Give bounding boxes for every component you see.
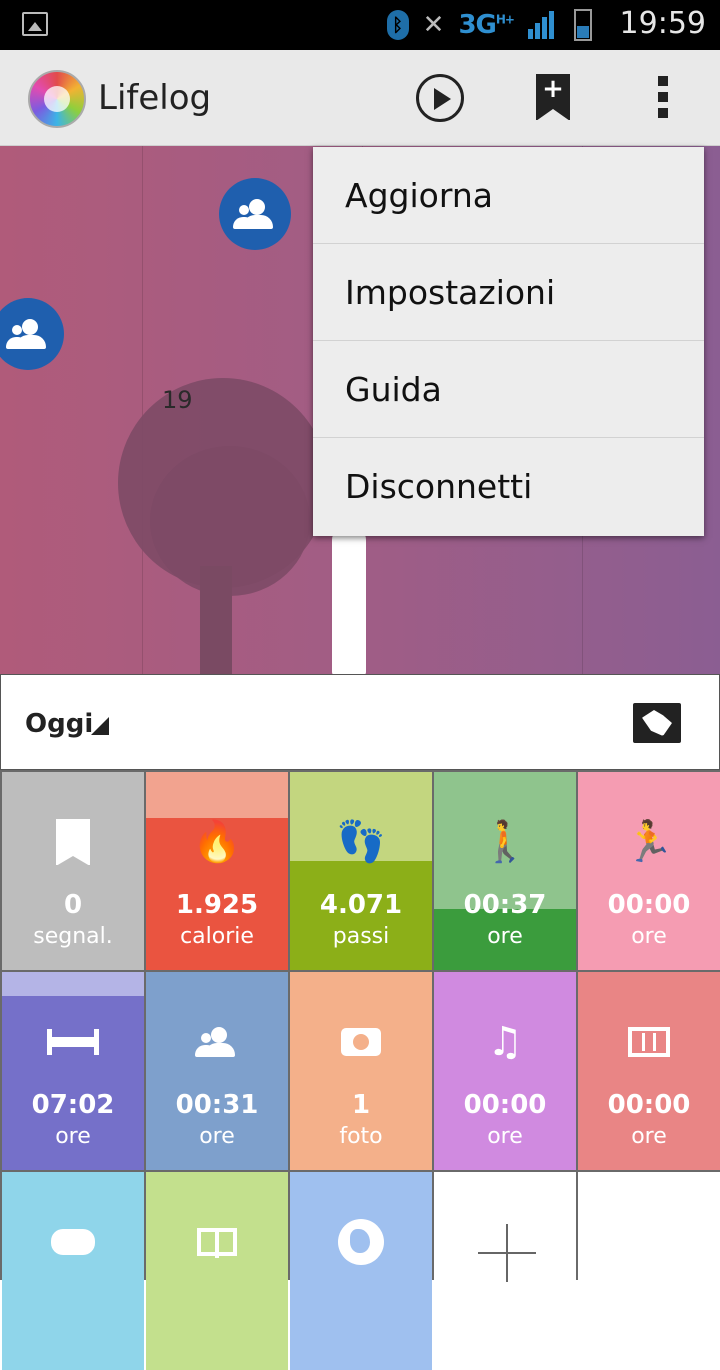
tile-value: 00:00 (607, 890, 691, 920)
tile-unit: foto (339, 1124, 383, 1149)
app-title: Lifelog (98, 78, 212, 118)
dropdown-caret-icon[interactable] (91, 717, 109, 735)
tile-value: 4.071 (319, 890, 403, 920)
tile-unit: passi (332, 924, 390, 949)
tile-photos[interactable]: 1 foto (290, 972, 432, 1170)
people-icon (233, 197, 277, 231)
menu-item-disconnetti[interactable]: Disconnetti (313, 438, 704, 535)
map-icon[interactable] (633, 703, 681, 743)
tile-calories[interactable]: 🔥 1.925 calorie (146, 772, 288, 970)
date-bar: Oggi (0, 674, 720, 770)
tile-value: 00:31 (175, 1090, 259, 1120)
music-icon: ♫ (487, 1019, 523, 1065)
activity-grid: 0 segnal. 🔥 1.925 calorie 👣 4.071 passi … (0, 770, 720, 1370)
tile-unit: ore (487, 924, 523, 949)
tile-social[interactable]: 00:31 ore (146, 972, 288, 1170)
flame-icon: 🔥 (192, 819, 242, 865)
overflow-menu: Aggiorna Impostazioni Guida Disconnetti (313, 147, 704, 536)
bluetooth-icon: ᛒ (386, 10, 409, 40)
add-bookmark-icon[interactable]: + (536, 74, 570, 121)
people-icon (195, 1025, 239, 1059)
menu-item-guida[interactable]: Guida (313, 341, 704, 438)
tile-value: 1 (351, 1090, 371, 1120)
film-icon (628, 1027, 670, 1057)
bookmark-heart-icon (56, 819, 90, 866)
tile-value: 00:00 (607, 1090, 691, 1120)
timeline-hour-divider (142, 146, 143, 674)
menu-item-impostazioni[interactable]: Impostazioni (313, 244, 704, 341)
network-type: 3GH+ (458, 10, 515, 40)
social-event-icon[interactable] (219, 178, 291, 250)
camera-icon (341, 1028, 381, 1056)
tile-browsing[interactable] (290, 1172, 432, 1370)
tile-games[interactable] (2, 1172, 144, 1370)
gallery-notification-icon (22, 12, 48, 36)
tile-empty (578, 1172, 720, 1370)
signal-icon (528, 11, 554, 39)
tree-trunk (200, 566, 232, 674)
people-icon (6, 317, 50, 351)
tile-bookmarks[interactable]: 0 segnal. (2, 772, 144, 970)
tile-value: 00:37 (463, 890, 547, 920)
tile-value: 00:00 (463, 1090, 547, 1120)
tile-unit: ore (199, 1124, 235, 1149)
vibrate-mute-icon: ✕ (422, 10, 445, 40)
running-icon: 🏃 (624, 819, 674, 865)
overflow-menu-icon[interactable] (656, 76, 670, 122)
tile-sleep[interactable]: 07:02 ore (2, 972, 144, 1170)
status-icons: ᛒ ✕ 3GH+ (386, 6, 592, 44)
tile-value: 0 (63, 890, 83, 920)
person-silhouette (332, 526, 366, 674)
battery-icon (574, 9, 592, 41)
tile-running[interactable]: 🏃 00:00 ore (578, 772, 720, 970)
status-bar: ᛒ ✕ 3GH+ 19:59 (0, 0, 720, 50)
footsteps-icon: 👣 (336, 819, 386, 865)
menu-item-aggiorna[interactable]: Aggiorna (313, 147, 704, 244)
tile-steps[interactable]: 👣 4.071 passi (290, 772, 432, 970)
date-selector[interactable]: Oggi (25, 709, 93, 739)
tile-unit: ore (55, 1124, 91, 1149)
hour-label: 19 (162, 386, 193, 414)
tile-value: 1.925 (175, 890, 259, 920)
add-icon (478, 1224, 536, 1282)
tile-unit: calorie (180, 924, 254, 949)
book-icon (197, 1228, 237, 1258)
tile-movies[interactable]: 00:00 ore (578, 972, 720, 1170)
clock: 19:59 (619, 6, 706, 41)
walking-icon: 🚶 (480, 819, 530, 865)
tile-reading[interactable] (146, 1172, 288, 1370)
globe-icon (338, 1219, 384, 1265)
social-event-icon[interactable] (0, 298, 64, 370)
tile-unit: ore (631, 924, 667, 949)
action-bar: Lifelog + (0, 50, 720, 146)
tile-unit: segnal. (33, 924, 113, 949)
tile-value: 07:02 (31, 1090, 115, 1120)
play-icon[interactable] (416, 74, 464, 122)
tile-unit: ore (487, 1124, 523, 1149)
tile-walking[interactable]: 🚶 00:37 ore (434, 772, 576, 970)
bed-icon (47, 1029, 99, 1055)
tile-unit: ore (631, 1124, 667, 1149)
tile-add[interactable] (434, 1172, 576, 1370)
gamepad-icon (51, 1229, 95, 1255)
tile-music[interactable]: ♫ 00:00 ore (434, 972, 576, 1170)
app-logo-icon[interactable] (28, 70, 86, 128)
